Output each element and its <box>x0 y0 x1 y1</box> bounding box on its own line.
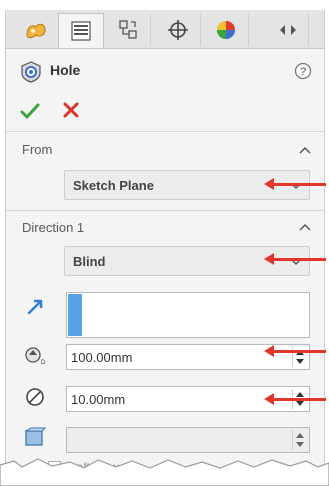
draft-angle-spinner[interactable] <box>292 430 307 450</box>
crosshair-icon <box>168 20 188 40</box>
hole-icon <box>21 61 41 83</box>
from-section-title: From <box>22 142 53 157</box>
tab-display-manager[interactable] <box>204 14 249 46</box>
direction1-section-title: Direction 1 <box>22 220 85 235</box>
cancel-button[interactable] <box>62 101 80 119</box>
draft-angle-input[interactable] <box>66 427 310 453</box>
chevron-up-icon[interactable] <box>298 145 312 155</box>
diameter-icon <box>26 388 44 406</box>
tab-property-manager[interactable] <box>58 13 104 48</box>
divider <box>6 131 324 132</box>
svg-text:?: ? <box>300 66 306 78</box>
draft-icon <box>24 427 46 446</box>
scroll-arrows-icon <box>280 25 296 35</box>
from-select-value: Sketch Plane <box>73 178 154 193</box>
svg-text:D1: D1 <box>41 360 46 366</box>
tab-scroll-arrows[interactable] <box>268 14 309 46</box>
torn-edge <box>0 458 329 486</box>
callout-arrow <box>264 345 326 357</box>
diameter-value: 10.00mm <box>71 392 126 407</box>
display-manager-icon <box>217 21 235 39</box>
configuration-manager-icon <box>119 20 137 39</box>
help-icon[interactable]: ? <box>294 62 312 80</box>
direction-reference-list[interactable] <box>66 292 310 338</box>
chevron-up-icon[interactable] <box>298 222 312 232</box>
depth-value: 100.00mm <box>71 350 133 365</box>
depth-icon: D1 <box>25 347 46 366</box>
property-manager-panel: Hole ? From Sketch Plane Direction 1 Bli… <box>5 10 325 486</box>
spinner-arrows-icon <box>296 433 304 447</box>
callout-arrow <box>264 178 326 190</box>
callout-arrow <box>264 393 326 405</box>
reverse-direction-icon[interactable] <box>24 296 46 318</box>
feature-title: Hole <box>50 62 81 78</box>
tab-configuration-manager[interactable] <box>106 14 151 46</box>
property-manager-icon <box>71 21 91 41</box>
end-condition-value: Blind <box>73 254 106 269</box>
tab-dimxpert-manager[interactable] <box>156 14 201 46</box>
tab-feature-manager[interactable] <box>14 14 59 46</box>
manager-tab-bar <box>6 10 324 49</box>
selection-highlight <box>68 294 82 336</box>
callout-arrow <box>264 253 326 265</box>
divider <box>6 210 324 211</box>
ok-button[interactable] <box>20 101 40 121</box>
feature-manager-icon <box>26 23 46 39</box>
